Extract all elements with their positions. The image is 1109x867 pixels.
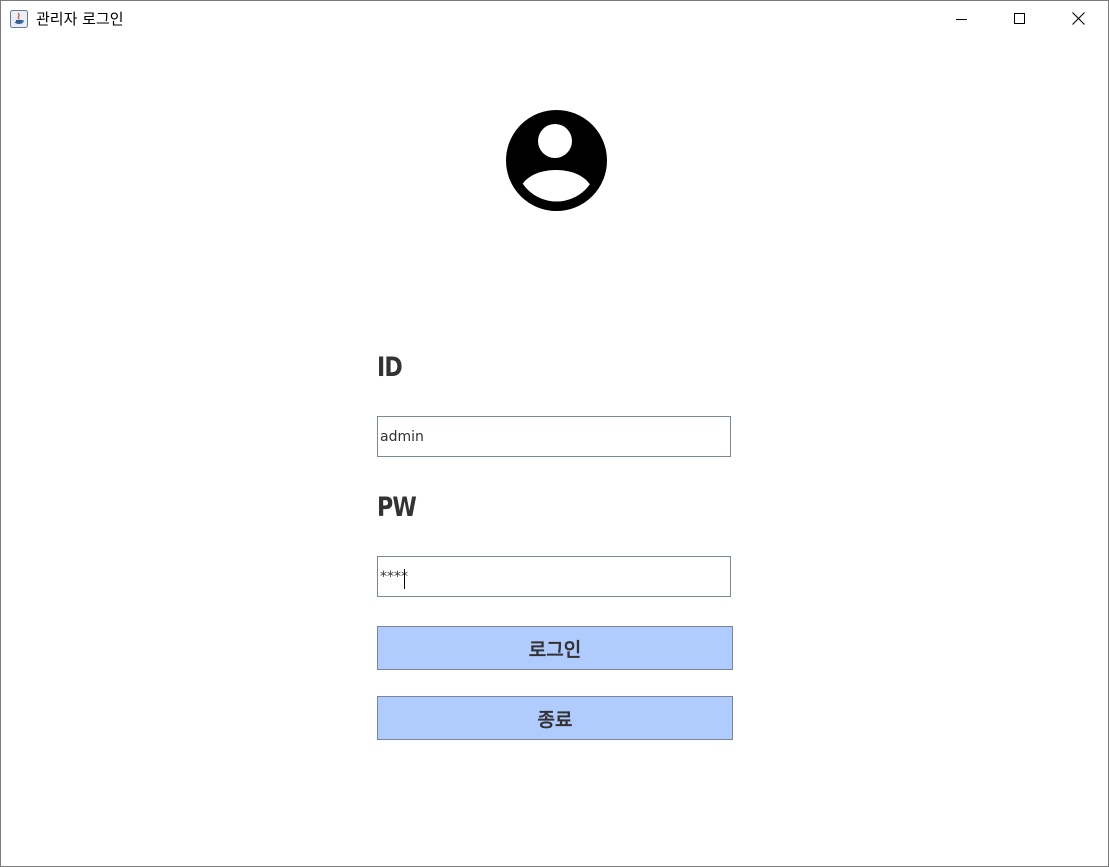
id-label: ID	[377, 352, 403, 383]
maximize-button[interactable]	[991, 1, 1049, 37]
title-bar[interactable]: 관리자 로그인	[1, 1, 1108, 37]
window-title: 관리자 로그인	[36, 10, 124, 28]
password-input[interactable]: ****	[377, 556, 731, 597]
java-app-icon	[10, 10, 28, 28]
pw-label: PW	[377, 492, 417, 523]
text-caret	[404, 569, 405, 589]
close-icon	[1071, 10, 1085, 29]
login-window: 관리자 로그인 ID admin PW **** 로그인 종료	[0, 0, 1109, 867]
minimize-icon	[956, 10, 968, 29]
user-account-icon	[506, 110, 607, 211]
minimize-button[interactable]	[933, 1, 991, 37]
maximize-icon	[1014, 10, 1026, 29]
close-button[interactable]	[1049, 1, 1107, 37]
id-input-value: admin	[380, 429, 424, 445]
login-button[interactable]: 로그인	[377, 626, 733, 670]
id-input[interactable]: admin	[377, 416, 731, 457]
exit-button[interactable]: 종료	[377, 696, 733, 740]
